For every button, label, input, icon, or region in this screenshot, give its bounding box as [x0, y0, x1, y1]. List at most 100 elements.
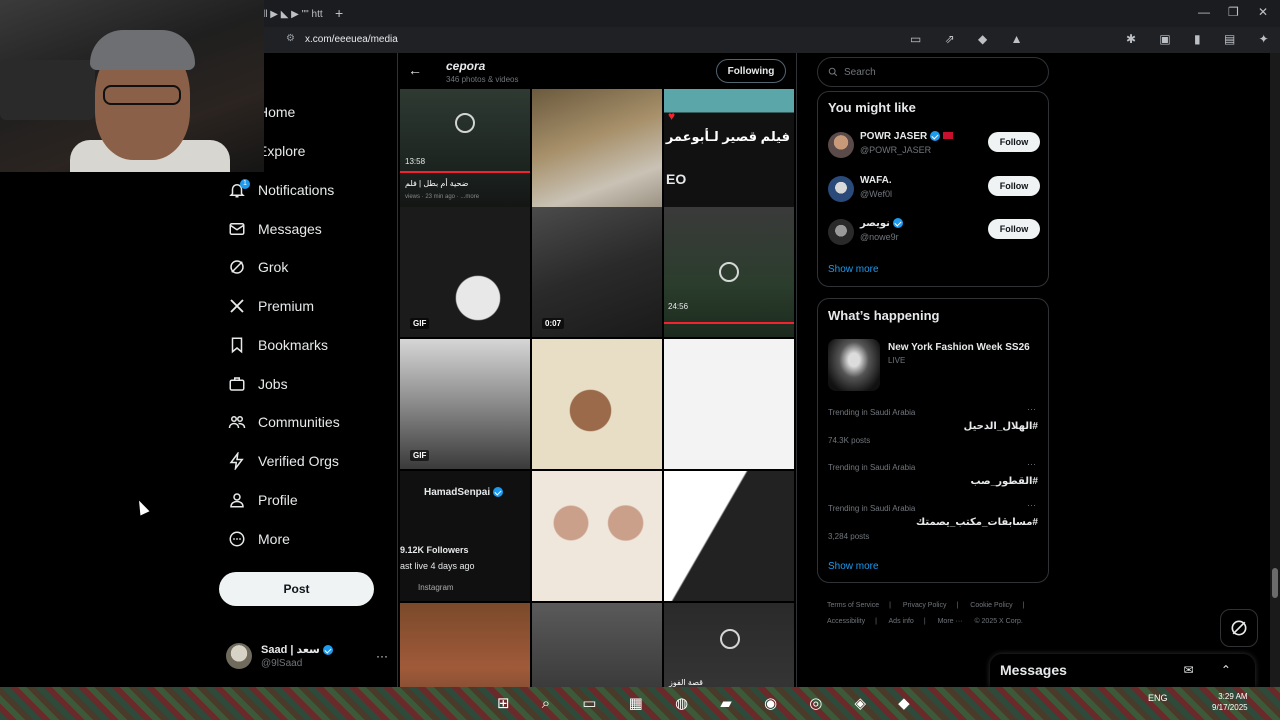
- nav-jobs[interactable]: Jobs: [226, 369, 288, 399]
- media-tile[interactable]: فيلم قصير لـأبوعمر EO ♥: [664, 89, 794, 219]
- trend-more-icon[interactable]: ···: [1027, 500, 1036, 510]
- nav-notifications[interactable]: 1 Notifications: [226, 175, 334, 205]
- show-more-link[interactable]: Show more: [828, 561, 879, 572]
- trend-more-icon[interactable]: ···: [1027, 459, 1036, 469]
- follow-button[interactable]: Follow: [988, 176, 1040, 196]
- account-switcher[interactable]: Saad | سعد @9lSaad ···: [226, 641, 388, 677]
- video-time: 13:58: [405, 157, 426, 166]
- media-tile[interactable]: GIF: [400, 339, 530, 469]
- nav-label: Profile: [258, 492, 298, 508]
- account-name: WAFA.: [860, 175, 892, 186]
- nav-profile[interactable]: Profile: [226, 485, 298, 515]
- new-tab-button[interactable]: +: [335, 5, 343, 21]
- trend-count: 3,284 posts: [828, 532, 870, 541]
- footer-link[interactable]: Privacy Policy: [903, 602, 947, 609]
- nav-bookmarks[interactable]: Bookmarks: [226, 330, 328, 360]
- search-box[interactable]: [817, 57, 1049, 87]
- restore-button[interactable]: ❐: [1228, 5, 1239, 19]
- media-tile[interactable]: قصة الفوز: [664, 603, 794, 687]
- scrollbar-thumb[interactable]: [1272, 568, 1278, 598]
- streamer-last-live: ast live 4 days ago: [400, 561, 475, 571]
- footer-link[interactable]: Cookie Policy: [970, 602, 1012, 609]
- nav-verified-orgs[interactable]: Verified Orgs: [226, 446, 339, 476]
- nav-label: Bookmarks: [258, 337, 329, 353]
- nav-more[interactable]: More: [226, 524, 290, 554]
- minimize-button[interactable]: —: [1198, 5, 1210, 19]
- footer-link[interactable]: More ···: [938, 618, 963, 625]
- media-tile[interactable]: [400, 603, 530, 687]
- event-title[interactable]: New York Fashion Week SS26: [888, 342, 1030, 353]
- x-logo-icon: [226, 295, 248, 317]
- page-action-icons[interactable]: ▭ ⇗ ◆ ▲: [910, 32, 1033, 46]
- grok-float-button[interactable]: [1220, 609, 1258, 647]
- footer-link[interactable]: Terms of Service: [827, 602, 879, 609]
- account-name: POWR JASER: [860, 131, 954, 142]
- system-clock[interactable]: 3:29 AM 9/17/2025: [1212, 691, 1248, 713]
- page-scrollbar[interactable]: [1270, 53, 1280, 687]
- drawer-action-icons[interactable]: ✉ ⌃: [1184, 663, 1243, 677]
- extension-icons[interactable]: ✱ ▣ ▮ ▤ ✦ ◈ ≡: [1126, 32, 1280, 46]
- footer-link[interactable]: Ads info: [889, 618, 914, 625]
- media-tile[interactable]: GIF: [400, 207, 530, 337]
- more-dots-icon[interactable]: ···: [376, 649, 388, 663]
- bell-icon: 1: [226, 179, 250, 201]
- event-thumbnail[interactable]: [828, 339, 880, 391]
- suggested-account[interactable]: WAFA. @Wef0l Follow: [828, 172, 1040, 210]
- nav-communities[interactable]: Communities: [226, 407, 340, 437]
- browser-tab[interactable]: ll ▶ ◣ ▶ "" htt: [255, 3, 325, 27]
- footer-sep: |: [889, 602, 891, 609]
- nav-messages[interactable]: Messages: [226, 214, 322, 244]
- streamer-followers: 9.12K Followers: [400, 545, 469, 555]
- nav-label: Premium: [258, 298, 315, 314]
- media-tile[interactable]: 24:56: [664, 207, 794, 337]
- trend-name[interactable]: #القطور_صب: [970, 476, 1038, 487]
- people-icon: [226, 411, 248, 433]
- trend-name[interactable]: #مسابقات_مكتب_يصمتك: [916, 517, 1038, 528]
- messages-drawer[interactable]: Messages ✉ ⌃: [990, 654, 1255, 687]
- media-tile[interactable]: [664, 471, 794, 601]
- media-tile[interactable]: [532, 603, 662, 687]
- show-more-link[interactable]: Show more: [828, 264, 879, 275]
- avatar: [828, 132, 854, 158]
- nav-label: Grok: [258, 259, 289, 275]
- nav-grok[interactable]: Grok: [226, 252, 288, 282]
- card-title: What’s happening: [828, 308, 940, 323]
- trend-more-icon[interactable]: ···: [1027, 404, 1036, 414]
- media-tile[interactable]: 0:07: [532, 207, 662, 337]
- media-tile[interactable]: [532, 89, 662, 219]
- url-field[interactable]: x.com/eeeuea/media: [305, 34, 398, 45]
- video-progress: [400, 171, 530, 173]
- streamer-name: HamadSenpai: [424, 487, 504, 498]
- following-button[interactable]: Following: [716, 59, 786, 83]
- lightning-icon: [226, 450, 248, 472]
- footer-sep: |: [1022, 602, 1025, 609]
- media-tile[interactable]: [532, 339, 662, 469]
- bookmark-icon: [226, 334, 248, 356]
- video-duration: 0:07: [542, 318, 565, 329]
- flag-icon: [943, 132, 954, 139]
- video-title: قصة الفوز: [669, 678, 703, 687]
- suggested-account[interactable]: نويصر @nowe9r Follow: [828, 215, 1040, 253]
- media-tile[interactable]: 13:58 ضحية أم بطل | فلم views · 23 min a…: [400, 89, 530, 219]
- site-info-icon[interactable]: ⚙: [286, 33, 295, 44]
- right-sidebar: You might like POWR JASER @POWR_JASER Fo…: [817, 53, 1050, 687]
- back-arrow-icon[interactable]: ←: [408, 62, 422, 78]
- trend-name[interactable]: #الهلال_الدحيل: [964, 421, 1038, 432]
- media-tile[interactable]: HamadSenpai 9.12K Followers ast live 4 d…: [400, 471, 530, 601]
- tile-sub-text: EO: [666, 171, 687, 187]
- taskbar-app-icons[interactable]: ⊞ ⌕ ▭ ▦ ◍ ▰ ◉ ◎ ◈ ◆: [497, 694, 924, 712]
- follow-button[interactable]: Follow: [988, 132, 1040, 152]
- media-tile[interactable]: [532, 471, 662, 601]
- account-name: Saad | سعد: [261, 643, 333, 656]
- post-button[interactable]: Post: [219, 572, 374, 606]
- language-indicator[interactable]: ENG: [1148, 693, 1168, 703]
- footer-link[interactable]: Accessibility: [827, 618, 865, 625]
- search-input[interactable]: [844, 66, 1034, 78]
- nav-label: Messages: [258, 221, 322, 237]
- close-window-button[interactable]: ✕: [1258, 5, 1268, 19]
- follow-button[interactable]: Follow: [988, 219, 1040, 239]
- nav-label: Notifications: [258, 182, 335, 198]
- suggested-account[interactable]: POWR JASER @POWR_JASER Follow: [828, 128, 1040, 166]
- nav-premium[interactable]: Premium: [226, 291, 314, 321]
- media-tile[interactable]: [664, 339, 794, 469]
